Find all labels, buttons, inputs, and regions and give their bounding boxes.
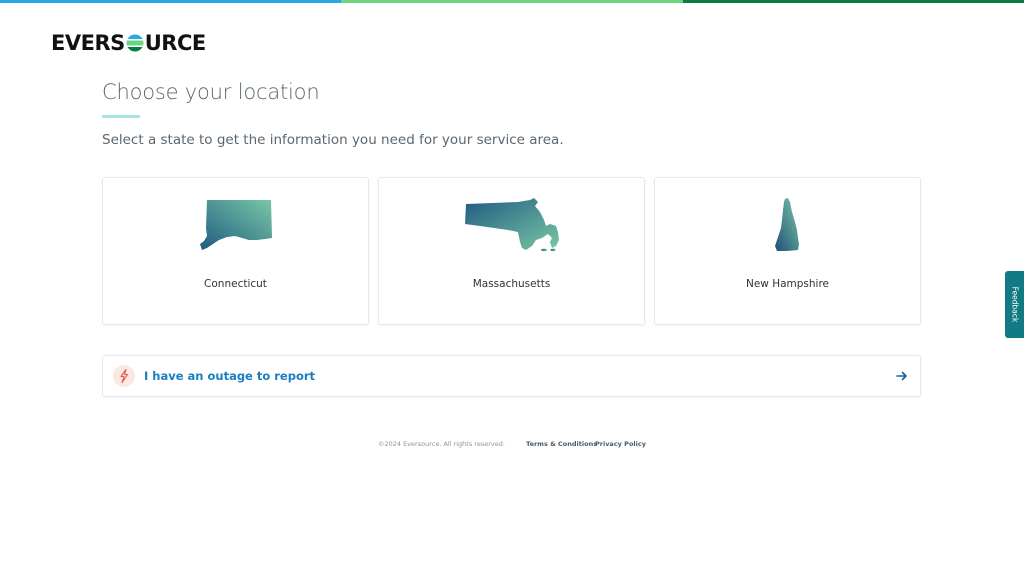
page-title: Choose your location xyxy=(102,80,320,104)
footer-copyright: ©2024 Eversource. All rights reserved. xyxy=(378,440,505,448)
state-label-massachusetts: Massachusetts xyxy=(472,278,551,290)
brand-bar-light-green xyxy=(341,0,683,3)
state-label-new-hampshire: New Hampshire xyxy=(745,278,830,290)
brand-color-bar xyxy=(0,0,1024,3)
report-outage-label: I have an outage to report xyxy=(144,369,316,383)
terms-link[interactable]: Terms & Conditions xyxy=(526,440,597,448)
eversource-logo[interactable]: EVERS URCE xyxy=(51,31,206,55)
logo-text-right: URCE xyxy=(144,31,206,55)
report-outage-button[interactable]: I have an outage to report xyxy=(102,355,921,397)
state-cards: Connecticut Massachusetts New Hampshire xyxy=(102,177,921,325)
privacy-link[interactable]: Privacy Policy xyxy=(595,440,646,448)
logo-text-left: EVERS xyxy=(51,31,125,55)
page-subtitle: Select a state to get the information yo… xyxy=(102,132,564,148)
feedback-label: Feedback xyxy=(1010,286,1019,323)
lightning-bolt-icon xyxy=(113,365,135,387)
state-card-massachusetts[interactable]: Massachusetts xyxy=(378,177,645,325)
new-hampshire-map-icon xyxy=(655,196,920,254)
state-card-connecticut[interactable]: Connecticut xyxy=(102,177,369,325)
state-label-connecticut: Connecticut xyxy=(204,278,267,290)
feedback-tab[interactable]: Feedback xyxy=(1005,271,1024,338)
massachusetts-map-icon xyxy=(379,196,644,254)
brand-bar-dark-green xyxy=(682,0,1024,3)
logo-o-icon xyxy=(126,34,144,52)
title-underline xyxy=(102,115,140,118)
state-card-new-hampshire[interactable]: New Hampshire xyxy=(654,177,921,325)
arrow-right-icon xyxy=(896,371,907,381)
footer: ©2024 Eversource. All rights reserved. T… xyxy=(0,440,1024,450)
connecticut-map-icon xyxy=(103,196,368,254)
brand-bar-blue xyxy=(0,0,342,3)
